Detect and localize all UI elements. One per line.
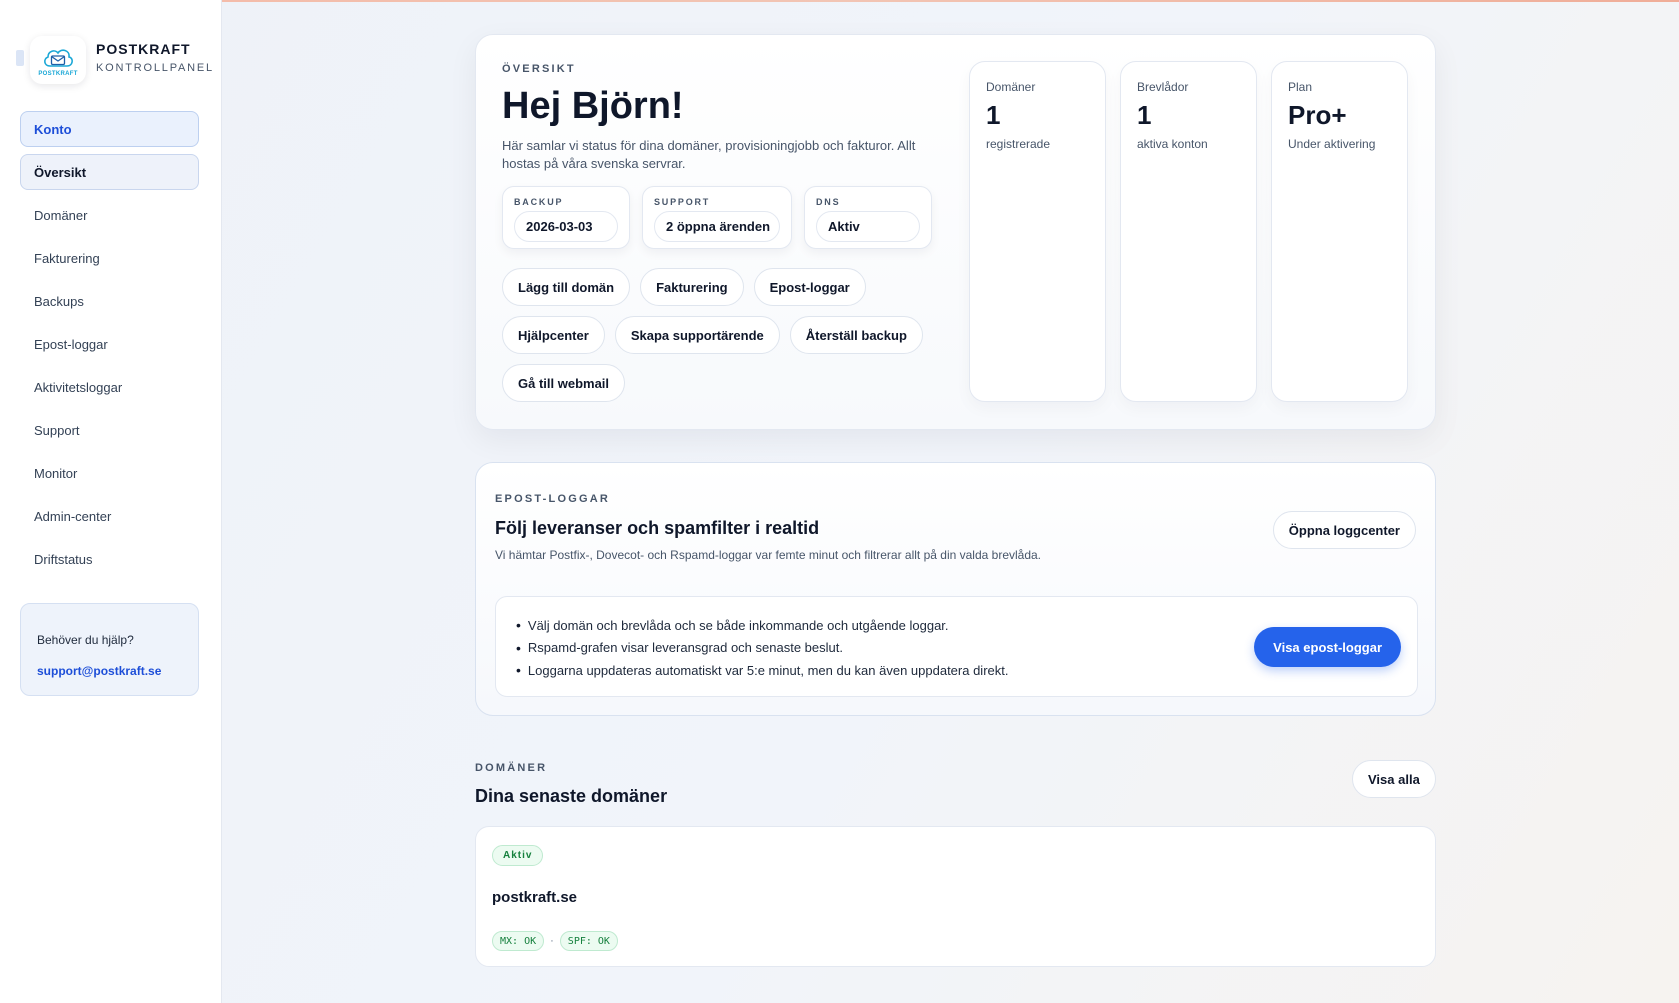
open-log-center-button[interactable]: Öppna loggcenter: [1272, 511, 1416, 549]
dns-value: Aktiv: [816, 211, 920, 242]
list-item: Rspamd-grafen visar leveransgrad och sen…: [516, 637, 1008, 660]
sidebar-item-konto[interactable]: Konto: [20, 111, 199, 147]
sidebar-item-admin-center[interactable]: Admin-center: [20, 498, 199, 534]
sidebar-item-oversikt[interactable]: Översikt: [20, 154, 199, 190]
help-card: Behöver du hjälp? support@postkraft.se: [20, 603, 199, 696]
sidebar-item-label: Epost-loggar: [34, 336, 108, 352]
sidebar-item-label: Konto: [34, 121, 72, 137]
email-logs-card: EPOST-LOGGAR Följ leveranser och spamfil…: [475, 462, 1436, 716]
backup-value: 2026-03-03: [514, 211, 618, 242]
logs-title: Följ leveranser och spamfilter i realtid: [495, 518, 820, 538]
brand-subtitle: KONTROLLPANEL: [96, 62, 214, 74]
sidebar-item-backups[interactable]: Backups: [20, 283, 199, 319]
greeting-title: Hej Björn!: [502, 85, 684, 127]
dns-label: DNS: [816, 197, 841, 207]
stat-label: Domäner: [986, 80, 1036, 94]
sidebar-item-monitor[interactable]: Monitor: [20, 455, 199, 491]
sidebar-item-label: Admin-center: [34, 508, 112, 524]
domain-name[interactable]: postkraft.se: [492, 889, 577, 906]
stat-sub: Under aktivering: [1288, 137, 1376, 151]
sidebar-item-support[interactable]: Support: [20, 412, 199, 448]
sidebar-item-driftstatus[interactable]: Driftstatus: [20, 541, 199, 577]
add-domain-button[interactable]: Lägg till domän: [502, 268, 631, 306]
overview-description: Här samlar vi status för dina domäner, p…: [502, 138, 916, 171]
view-email-logs-button[interactable]: Visa epost-loggar: [1254, 627, 1401, 667]
sidebar-item-label: Domäner: [34, 207, 88, 223]
brand-marker: [16, 50, 24, 66]
support-status-card: SUPPORT 2 öppna ärenden: [642, 186, 792, 249]
stat-label: Plan: [1288, 80, 1313, 94]
sidebar-item-label: Backups: [34, 293, 84, 309]
sidebar-item-domaner[interactable]: Domäner: [20, 197, 199, 233]
sidebar-item-aktivitetsloggar[interactable]: Aktivitetsloggar: [20, 369, 199, 405]
overview-eyebrow: ÖVERSIKT: [502, 63, 576, 75]
stat-domains: Domäner 1 registrerade: [969, 61, 1106, 402]
stat-mailboxes: Brevlådor 1 aktiva konton: [1120, 61, 1257, 402]
overview-card: ÖVERSIKT Hej Björn! Här samlar vi status…: [475, 34, 1436, 430]
stat-label: Brevlådor: [1137, 80, 1189, 94]
sidebar-item-label: Support: [34, 422, 80, 438]
spf-status-badge: SPF: OK: [559, 931, 618, 951]
sidebar-item-epost-loggar[interactable]: Epost-loggar: [20, 326, 199, 362]
quick-actions: Lägg till domän Fakturering Epost-loggar…: [502, 268, 942, 412]
brand[interactable]: POSTKRAFT POSTKRAFT KONTROLLPANEL: [16, 36, 216, 92]
help-center-button[interactable]: Hjälpcenter: [502, 316, 605, 354]
domains-title: Dina senaste domäner: [475, 786, 668, 806]
logo-wordmark: POSTKRAFT: [38, 70, 78, 77]
restore-backup-button[interactable]: Återställ backup: [789, 316, 923, 354]
stat-value: 1: [986, 100, 1001, 130]
domain-card[interactable]: Aktiv postkraft.se MX: OK · SPF: OK: [475, 826, 1436, 967]
view-all-domains-button[interactable]: Visa alla: [1352, 760, 1436, 798]
stat-plan: Plan Pro+ Under aktivering: [1271, 61, 1408, 402]
cloud-mail-icon: [44, 48, 73, 67]
dns-status-card: DNS Aktiv: [804, 186, 932, 249]
webmail-button[interactable]: Gå till webmail: [502, 364, 626, 402]
stat-value: Pro+: [1288, 100, 1347, 130]
support-email-link[interactable]: support@postkraft.se: [37, 664, 161, 678]
status-mini-cards: BACKUP 2026-03-03 SUPPORT 2 öppna ärende…: [502, 186, 932, 249]
domains-eyebrow: DOMÄNER: [475, 762, 548, 774]
sidebar-item-label: Monitor: [34, 465, 78, 481]
dns-checks: MX: OK · SPF: OK: [492, 931, 618, 951]
billing-button[interactable]: Fakturering: [640, 268, 744, 306]
sidebar-item-label: Översikt: [34, 164, 87, 180]
status-badge: Aktiv: [492, 845, 544, 866]
logs-eyebrow: EPOST-LOGGAR: [495, 493, 611, 505]
brand-name: POSTKRAFT: [96, 41, 191, 57]
create-ticket-button[interactable]: Skapa supportärende: [614, 316, 780, 354]
sidebar-nav: Konto Översikt Domäner Fakturering Backu…: [20, 111, 199, 584]
support-label: SUPPORT: [654, 197, 711, 207]
sidebar: POSTKRAFT POSTKRAFT KONTROLLPANEL Konto …: [0, 0, 222, 1003]
mx-status-badge: MX: OK: [492, 931, 545, 951]
sidebar-item-label: Aktivitetsloggar: [34, 379, 123, 395]
logs-bullet-list: Välj domän och brevlåda och se både inko…: [516, 614, 1009, 682]
logs-info-panel: Välj domän och brevlåda och se både inko…: [495, 596, 1418, 697]
sidebar-item-fakturering[interactable]: Fakturering: [20, 240, 199, 276]
stat-value: 1: [1137, 100, 1152, 130]
help-question: Behöver du hjälp?: [37, 633, 134, 647]
stat-sub: registrerade: [986, 137, 1051, 151]
email-logs-button[interactable]: Epost-loggar: [753, 268, 866, 306]
backup-status-card: BACKUP 2026-03-03: [502, 186, 630, 249]
support-value: 2 öppna ärenden: [654, 211, 780, 242]
stat-sub: aktiva konton: [1137, 137, 1208, 151]
brand-logo[interactable]: POSTKRAFT: [30, 36, 86, 84]
list-item: Välj domän och brevlåda och se både inko…: [516, 614, 1008, 637]
logs-description: Vi hämtar Postfix-, Dovecot- och Rspamd-…: [495, 548, 1042, 562]
sidebar-item-label: Driftstatus: [34, 551, 93, 567]
list-item: Loggarna uppdateras automatiskt var 5:e …: [516, 659, 1009, 682]
sidebar-item-label: Fakturering: [34, 250, 100, 266]
backup-label: BACKUP: [514, 197, 564, 207]
stat-cards: Domäner 1 registrerade Brevlådor 1 aktiv…: [969, 61, 1408, 402]
top-accent-line: [0, 0, 1679, 2]
separator: ·: [550, 935, 554, 947]
